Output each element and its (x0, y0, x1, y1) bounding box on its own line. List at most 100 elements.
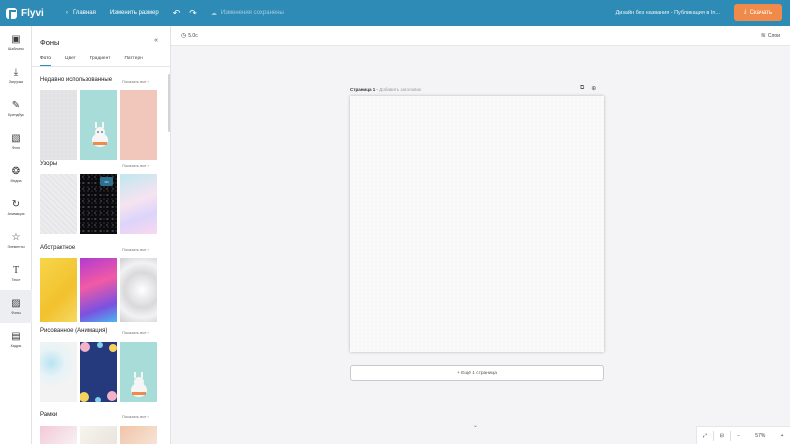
download-button[interactable]: ⤓ Скачать (734, 4, 782, 21)
clock-icon: ◷ (181, 33, 187, 39)
llama-illustration (131, 372, 147, 397)
show-all-drawn-link[interactable]: Показать все › (122, 330, 149, 335)
photo-icon: ▧ (11, 133, 21, 144)
show-all-patterns-link[interactable]: Показать все › (122, 163, 149, 168)
section-title-recent: Недавно использованные (40, 77, 113, 83)
rail-label: Шаблоны (8, 47, 24, 51)
fullscreen-icon[interactable]: ⤢ (697, 433, 713, 439)
design-page[interactable] (350, 96, 604, 352)
background-thumb[interactable] (40, 342, 77, 402)
background-thumb[interactable] (40, 90, 77, 160)
backgrounds-panel: Фоны « Фото Цвет Градиент Паттерн Недавн… (32, 26, 171, 444)
background-thumb[interactable] (80, 426, 117, 444)
collapse-panel-icon[interactable]: « (154, 37, 158, 44)
rail-item-photo[interactable]: ▧ Фото (0, 125, 32, 158)
download-icon: ⤓ (743, 9, 747, 15)
chevron-left-icon: ‹ (66, 10, 68, 16)
tab-pattern[interactable]: Паттерн (124, 56, 142, 66)
text-icon: T (12, 265, 20, 276)
background-thumb[interactable] (80, 90, 117, 160)
home-button[interactable]: ‹ Главная (66, 10, 96, 16)
zoom-value[interactable]: 57% (746, 433, 774, 439)
show-all-abstract-link[interactable]: Показать все › (122, 247, 149, 252)
copy-page-icon[interactable]: ⧉ (580, 85, 584, 92)
background-thumb[interactable] (40, 174, 77, 234)
page-number: Страница 1 (350, 87, 376, 92)
rail-item-elements[interactable]: ☆ Элементы (0, 224, 32, 257)
background-thumb[interactable] (80, 258, 117, 322)
page-label: Страница 1 - Добавить заголовок (350, 87, 421, 92)
rail-item-frames[interactable]: ▤ Кадры (0, 323, 32, 356)
resize-button[interactable]: Изменить размер (110, 10, 159, 16)
fit-page-icon[interactable]: ⊟ (714, 433, 730, 439)
background-thumb[interactable] (120, 90, 157, 160)
tab-color[interactable]: Цвет (65, 56, 76, 66)
rail-label: Загрузки (8, 80, 24, 84)
section-title-abstract: Абстрактное (40, 245, 76, 251)
layers-icon: ≋ (760, 33, 766, 39)
rail-label: Элементы (7, 245, 25, 249)
backgrounds-icon: ▨ (11, 298, 21, 309)
show-all-recent-link[interactable]: Показать все › (122, 79, 149, 84)
top-bar: Flyvi ‹ Главная Изменить размер ↶ ↷ ☁ Из… (0, 0, 790, 26)
background-thumb[interactable]: ••• (80, 174, 117, 234)
background-thumb[interactable] (40, 258, 77, 322)
rail-item-brandbook[interactable]: ✎ Брендбук (0, 92, 32, 125)
layers-label: Слои (767, 32, 780, 39)
rail-item-backgrounds[interactable]: ▨ Фоны (0, 290, 32, 323)
rail-item-text[interactable]: T Текст (0, 257, 32, 290)
zoom-out-button[interactable]: − (731, 433, 747, 439)
background-thumb[interactable] (120, 426, 157, 444)
rail-label: Брендбук (8, 113, 24, 117)
page-title-input[interactable]: Добавить заголовок (379, 87, 421, 92)
rail-item-uploads[interactable]: ⤓ Загрузки (0, 59, 32, 92)
timer-label: 5.0с (188, 32, 198, 39)
flowers-illustration (80, 342, 117, 402)
rail-item-templates[interactable]: ▣ Шаблоны (0, 26, 32, 59)
save-status: ☁ Изменения сохранены (211, 10, 284, 17)
zoom-in-button[interactable]: + (774, 433, 790, 439)
rail-item-media[interactable]: ❂ Медиа (0, 158, 32, 191)
download-label: Скачать (749, 9, 773, 16)
background-thumb[interactable] (120, 342, 157, 402)
canvas-toolbar: ◷ 5.0с ≋ Слои (171, 26, 790, 46)
redo-icon[interactable]: ↷ (189, 8, 197, 19)
section-title-frames: Рамки (40, 412, 58, 418)
save-status-text: Изменения сохранены (220, 10, 284, 16)
thumb-menu-button[interactable]: ••• (100, 177, 113, 186)
tool-rail: ▣ Шаблоны ⤓ Загрузки ✎ Брендбук ▧ Фото ❂… (0, 26, 32, 444)
rail-label: Фоны (11, 311, 21, 315)
upload-icon: ⤓ (13, 67, 19, 78)
background-thumb[interactable] (40, 426, 77, 444)
tab-photo[interactable]: Фото (40, 56, 52, 66)
background-thumb[interactable] (120, 258, 157, 322)
tabs-divider (32, 66, 170, 67)
logo-text: Flyvi (21, 7, 44, 19)
project-title[interactable]: Дизайн без названия - Публикация в In... (616, 10, 720, 16)
templates-icon: ▣ (11, 34, 21, 45)
add-page-icon[interactable]: ⊕ (591, 85, 596, 92)
background-thumb[interactable] (120, 174, 157, 234)
canvas-area: ◷ 5.0с ≋ Слои Страница 1 - Добавить заго… (171, 26, 790, 444)
frames-icon: ▤ (11, 331, 21, 342)
rail-label: Медиа (10, 179, 22, 183)
home-label: Главная (73, 10, 96, 16)
rail-label: Кадры (10, 344, 22, 348)
rail-label: Анимация (7, 212, 25, 216)
rail-label: Фото (11, 146, 21, 150)
tab-gradient[interactable]: Градиент (90, 56, 111, 66)
logo[interactable]: Flyvi (6, 7, 56, 19)
rail-label: Текст (11, 278, 21, 282)
panel-tabs: Фото Цвет Градиент Паттерн (40, 56, 143, 66)
rail-item-animation[interactable]: ↻ Анимация (0, 191, 32, 224)
undo-icon[interactable]: ↶ (173, 8, 181, 19)
media-icon: ❂ (11, 166, 21, 177)
show-all-frames-link[interactable]: Показать все › (122, 414, 149, 419)
llama-illustration (92, 122, 108, 147)
background-thumb[interactable] (80, 342, 117, 402)
star-icon: ☆ (11, 232, 21, 243)
layers-button[interactable]: ≋ Слои (760, 32, 780, 40)
chevron-down-icon[interactable]: ⌄ (473, 422, 478, 429)
add-page-button[interactable]: + Ещё 1 страница (350, 365, 604, 381)
timer-button[interactable]: ◷ 5.0с (181, 32, 198, 40)
